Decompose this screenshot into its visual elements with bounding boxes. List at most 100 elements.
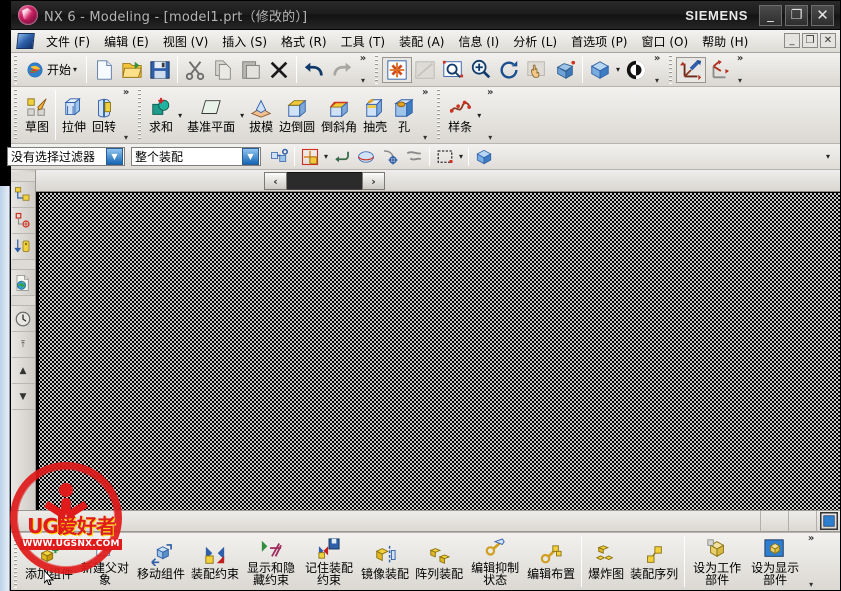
- chamfer-button[interactable]: 倒斜角: [318, 96, 360, 134]
- pan-button[interactable]: [523, 58, 551, 82]
- detail-filter-caret-icon[interactable]: ▾: [324, 152, 328, 161]
- unite-caret-icon[interactable]: ▾: [178, 111, 182, 120]
- curve-toolbar-overflow[interactable]: » ▾: [483, 87, 497, 143]
- edge-blend-button[interactable]: 边倒圆: [276, 96, 318, 134]
- mdi-close-button[interactable]: ✕: [820, 33, 836, 48]
- toolbar-grip[interactable]: [667, 55, 675, 84]
- move-component-button[interactable]: 移动组件: [134, 543, 188, 581]
- open-button[interactable]: [118, 58, 146, 82]
- cut-button[interactable]: [181, 58, 209, 82]
- datum-plane-caret-icon[interactable]: ▾: [240, 111, 244, 120]
- spline-caret-icon[interactable]: ▾: [477, 111, 481, 120]
- snap-point-button[interactable]: [378, 147, 402, 167]
- edit-arrangement-button[interactable]: 编辑布置: [524, 543, 578, 581]
- menu-insert[interactable]: 插入 (S): [215, 31, 274, 52]
- resource-scroll-down[interactable]: ▼: [11, 384, 35, 410]
- graphics-viewport[interactable]: [36, 192, 840, 510]
- scroll-track[interactable]: [287, 172, 362, 190]
- start-caret-icon[interactable]: ▾: [73, 65, 77, 74]
- assembly-sequence-button[interactable]: 装配序列: [627, 543, 681, 581]
- toolbar-grip[interactable]: [12, 535, 19, 588]
- resource-scroll-up[interactable]: ▲: [11, 358, 35, 384]
- selection-bar-overflow-icon[interactable]: ▾: [826, 152, 830, 161]
- hole-button[interactable]: 孔: [390, 96, 418, 134]
- scroll-left-button[interactable]: ‹: [264, 172, 287, 190]
- new-parent-button[interactable]: 新建父对象: [76, 537, 134, 587]
- extrude-button[interactable]: 拉伸: [59, 96, 89, 134]
- standard-toolbar-overflow[interactable]: » ▾: [356, 53, 370, 86]
- toolbar-grip[interactable]: [12, 89, 19, 141]
- maximize-button[interactable]: ❐: [785, 5, 808, 26]
- make-work-part-button[interactable]: 设为工作部件: [688, 537, 746, 587]
- render-style-button[interactable]: [622, 58, 650, 82]
- chevron-down-icon[interactable]: ▼: [106, 148, 123, 165]
- resource-constraint-navigator[interactable]: [11, 208, 35, 234]
- zoom-window-button[interactable]: [411, 58, 439, 82]
- toolbar-grip[interactable]: [12, 55, 19, 84]
- spline-button[interactable]: 样条: [445, 96, 475, 134]
- save-button[interactable]: [146, 58, 174, 82]
- view-toolbar-overflow[interactable]: » ▾: [650, 53, 664, 86]
- menu-analysis[interactable]: 分析 (L): [506, 31, 564, 52]
- menu-view[interactable]: 视图 (V): [156, 31, 215, 52]
- menu-window[interactable]: 窗口 (O): [635, 31, 696, 52]
- chevron-down-icon[interactable]: ▼: [242, 148, 259, 165]
- zoom-box-button[interactable]: [439, 58, 467, 82]
- new-button[interactable]: [90, 58, 118, 82]
- close-button[interactable]: ✕: [811, 5, 834, 26]
- resource-scroll-top[interactable]: ⤒: [11, 332, 35, 358]
- revolve-button[interactable]: 回转: [89, 96, 119, 134]
- rectangle-select-button[interactable]: [433, 147, 457, 167]
- fit-button[interactable]: [382, 56, 413, 83]
- show-hide-button[interactable]: [472, 147, 496, 167]
- menu-preferences[interactable]: 首选项 (P): [564, 31, 634, 52]
- feature-toolbar-overflow[interactable]: » ▾: [119, 87, 133, 143]
- menu-format[interactable]: 格式 (R): [274, 31, 334, 52]
- scroll-right-button[interactable]: ›: [362, 172, 385, 190]
- toolbar-grip[interactable]: [435, 89, 443, 141]
- mdi-restore-button[interactable]: ❐: [802, 33, 818, 48]
- remember-constraint-button[interactable]: 记住装配约束: [300, 537, 358, 587]
- resource-part-navigator[interactable]: [11, 234, 35, 260]
- mdi-minimize-button[interactable]: _: [784, 33, 800, 48]
- sketch-button[interactable]: 草图: [22, 96, 52, 134]
- menu-information[interactable]: 信息 (I): [451, 31, 506, 52]
- return-button[interactable]: [330, 147, 354, 167]
- resource-assembly-navigator[interactable]: [11, 182, 35, 208]
- face-rule-button[interactable]: [354, 147, 378, 167]
- utility-toolbar-overflow[interactable]: » ▾: [733, 53, 747, 86]
- menu-tools[interactable]: 工具 (T): [334, 31, 393, 52]
- shell-button[interactable]: 抽壳: [360, 96, 390, 134]
- resource-history[interactable]: [11, 306, 35, 332]
- datum-plane-button[interactable]: 基准平面: [184, 96, 238, 134]
- unite-button[interactable]: 求和: [146, 96, 176, 134]
- redo-button[interactable]: [328, 58, 356, 82]
- wcs-orient-button[interactable]: [705, 58, 733, 82]
- select-between-parts-button[interactable]: [267, 147, 291, 167]
- show-hide-constraint-button[interactable]: 显示和隐藏约束: [242, 537, 300, 587]
- detail-filter-button[interactable]: [298, 147, 322, 167]
- toolbar-grip[interactable]: [373, 55, 381, 84]
- menu-help[interactable]: 帮助 (H): [695, 31, 755, 52]
- minimize-button[interactable]: _: [759, 5, 782, 26]
- rectangle-select-caret-icon[interactable]: ▾: [459, 152, 463, 161]
- undo-button[interactable]: [300, 58, 328, 82]
- explode-view-button[interactable]: 爆炸图: [585, 543, 627, 581]
- orient-view-button[interactable]: [586, 58, 614, 82]
- form-toolbar-overflow[interactable]: » ▾: [418, 87, 432, 143]
- menu-edit[interactable]: 编辑 (E): [97, 31, 156, 52]
- pattern-assembly-button[interactable]: 阵列装配: [412, 543, 466, 581]
- resource-web-browser[interactable]: [11, 270, 35, 296]
- assembly-toolbar-overflow[interactable]: » ▾: [804, 533, 818, 590]
- selection-display-button[interactable]: [816, 511, 840, 531]
- selection-filter-combo[interactable]: 没有选择过滤器 ▼: [7, 147, 125, 166]
- zoom-button[interactable]: [467, 58, 495, 82]
- menu-assemblies[interactable]: 装配 (A): [392, 31, 451, 52]
- rotate-button[interactable]: [495, 58, 523, 82]
- delete-button[interactable]: [265, 58, 293, 82]
- toolbar-grip[interactable]: [136, 89, 144, 141]
- draft-button[interactable]: 拔模: [246, 96, 276, 134]
- assembly-constraint-button[interactable]: 装配约束: [188, 543, 242, 581]
- orient-view-caret-icon[interactable]: ▾: [616, 65, 620, 74]
- point-constructor-button[interactable]: [402, 147, 426, 167]
